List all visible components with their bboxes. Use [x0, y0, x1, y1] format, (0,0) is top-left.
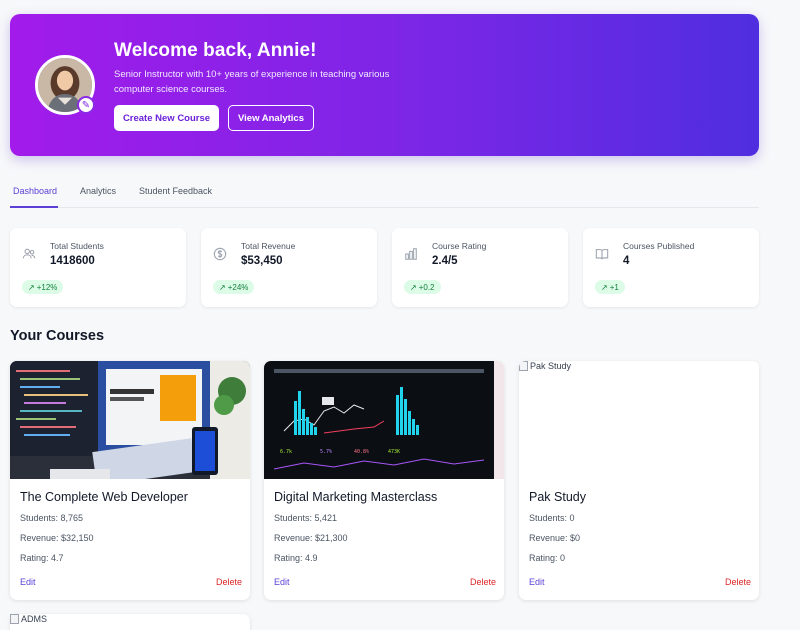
welcome-title: Welcome back, Annie!: [114, 40, 317, 61]
stat-card-courses-published: Courses Published 4 ↗ +1: [583, 228, 759, 307]
stat-label: Courses Published: [623, 241, 695, 251]
course-card: Pak Study Pak Study Students: 0 Revenue:…: [519, 361, 759, 600]
broken-image-icon: [519, 361, 528, 371]
stat-value: 4: [623, 255, 630, 267]
stat-label: Course Rating: [432, 241, 487, 251]
svg-text:40.8%: 40.8%: [354, 449, 369, 455]
active-tab-indicator: [10, 206, 58, 208]
trend-value: +1: [609, 282, 619, 292]
welcome-banner: ✎ Welcome back, Annie! Senior Instructor…: [10, 14, 759, 156]
course-revenue: Revenue: $32,150: [20, 533, 94, 543]
course-rating: Rating: 0: [529, 553, 566, 563]
course-title: The Complete Web Developer: [20, 490, 188, 504]
delete-course-button[interactable]: Delete: [470, 577, 496, 587]
trend-value: +12%: [36, 282, 58, 292]
course-students: Students: 5,421: [274, 513, 338, 523]
trend-value: +0.2: [418, 282, 435, 292]
instructor-dashboard: ✎ Welcome back, Annie! Senior Instructor…: [0, 0, 800, 630]
welcome-subtitle: Senior Instructor with 10+ years of expe…: [114, 69, 390, 95]
course-revenue: Revenue: $21,300: [274, 533, 348, 543]
course-thumbnail: Pak Study: [519, 361, 759, 479]
stat-value: 1418600: [50, 255, 95, 267]
dollar-icon: [213, 247, 227, 261]
course-card: 6.7k 5.7% 40.8% 473K Digital Marketing Mas…: [264, 361, 504, 600]
trending-up-icon: ↗: [219, 282, 226, 292]
course-card: The Complete Web Developer Students: 8,7…: [10, 361, 250, 600]
course-thumbnail: 6.7k 5.7% 40.8% 473K: [264, 361, 504, 479]
delete-course-button[interactable]: Delete: [725, 577, 751, 587]
stat-card-course-rating: Course Rating 2.4/5 ↗ +0.2: [392, 228, 568, 307]
trending-up-icon: ↗: [28, 282, 35, 292]
trend-badge: ↗ +1: [595, 280, 625, 294]
create-course-button[interactable]: Create New Course: [114, 105, 219, 131]
edit-course-button[interactable]: Edit: [529, 577, 545, 587]
course-rating: Rating: 4.7: [20, 553, 64, 563]
course-thumbnail: [10, 361, 250, 479]
delete-course-button[interactable]: Delete: [216, 577, 242, 587]
users-icon: [22, 247, 36, 261]
your-courses-heading: Your Courses: [10, 328, 105, 344]
stat-value: $53,450: [241, 255, 283, 267]
trend-badge: ↗ +24%: [213, 280, 255, 294]
tab-dashboard[interactable]: Dashboard: [13, 186, 57, 196]
edit-course-button[interactable]: Edit: [274, 577, 290, 587]
edit-course-button[interactable]: Edit: [20, 577, 36, 587]
course-revenue: Revenue: $0: [529, 533, 581, 543]
pencil-icon[interactable]: ✎: [77, 96, 95, 114]
stat-value: 2.4/5: [432, 255, 458, 267]
broken-image: Pak Study: [519, 361, 571, 371]
bar-chart-icon: [404, 247, 418, 261]
image-alt-text: Pak Study: [530, 361, 572, 371]
dashboard-tabs: Dashboard Analytics Student Feedback: [10, 178, 759, 208]
image-alt-text: ADMS: [21, 614, 48, 624]
svg-text:5.7%: 5.7%: [320, 449, 332, 455]
broken-image: ADMS: [10, 614, 47, 624]
view-analytics-button[interactable]: View Analytics: [228, 105, 314, 131]
svg-text:6.7k: 6.7k: [280, 449, 292, 455]
course-title: Pak Study: [529, 490, 586, 504]
book-icon: [595, 247, 609, 261]
stat-label: Total Students: [50, 241, 104, 251]
tab-analytics[interactable]: Analytics: [80, 186, 116, 196]
trend-value: +24%: [227, 282, 249, 292]
stat-card-total-students: Total Students 1418600 ↗ +12%: [10, 228, 186, 307]
trending-up-icon: ↗: [601, 282, 608, 292]
course-rating: Rating: 4.9: [274, 553, 318, 563]
trending-up-icon: ↗: [410, 282, 417, 292]
svg-text:473K: 473K: [388, 449, 400, 455]
course-students: Students: 8,765: [20, 513, 84, 523]
stat-label: Total Revenue: [241, 241, 296, 251]
course-title: Digital Marketing Masterclass: [274, 490, 438, 504]
broken-image-icon: [10, 614, 19, 624]
course-students: Students: 0: [529, 513, 575, 523]
tab-student-feedback[interactable]: Student Feedback: [139, 186, 212, 196]
stat-card-total-revenue: Total Revenue $53,450 ↗ +24%: [201, 228, 377, 307]
trend-badge: ↗ +0.2: [404, 280, 441, 294]
course-card: ADMS: [10, 614, 250, 630]
trend-badge: ↗ +12%: [22, 280, 64, 294]
